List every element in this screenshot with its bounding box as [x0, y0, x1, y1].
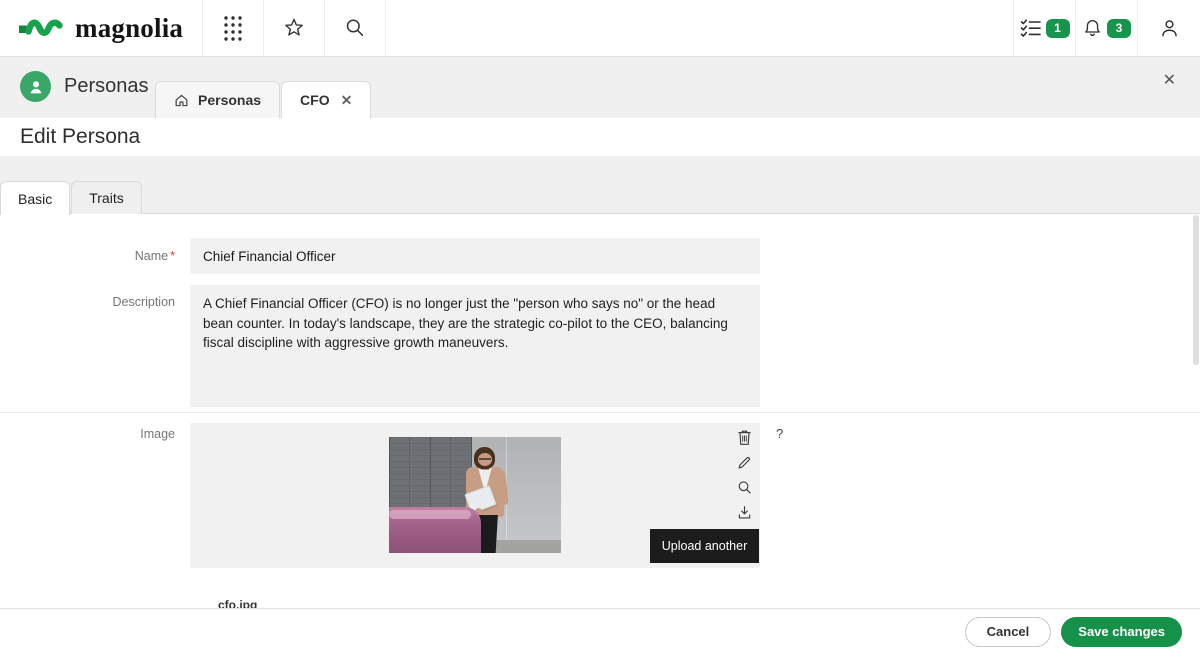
figure-glasses — [479, 458, 491, 460]
download-icon — [737, 505, 752, 520]
bell-icon — [1082, 17, 1103, 39]
topbar-spacer — [386, 0, 1013, 56]
home-icon — [174, 93, 189, 108]
required-asterisk: * — [170, 249, 175, 263]
image-toolbar — [736, 429, 752, 520]
magnolia-logo[interactable]: magnolia — [0, 0, 202, 56]
star-icon — [282, 16, 306, 40]
magnolia-app-window: magnolia — [0, 0, 1200, 654]
cancel-button[interactable]: Cancel — [965, 617, 1052, 647]
magnolia-squiggle-icon — [18, 13, 66, 43]
description-field-label: Description — [20, 295, 175, 309]
app-launcher-button[interactable] — [202, 0, 263, 56]
notifications-count-badge: 3 — [1107, 19, 1131, 38]
name-input[interactable] — [190, 238, 760, 274]
dialog-footer: Cancel Save changes — [0, 608, 1200, 654]
user-icon — [1158, 17, 1181, 40]
name-field-label: Name* — [20, 249, 175, 263]
tab-label: CFO — [300, 92, 330, 108]
edit-image-button[interactable] — [736, 454, 752, 470]
app-identity: Personas — [20, 71, 149, 102]
search-button[interactable] — [324, 0, 386, 56]
app-header: Personas Personas CFO ✕ ✕ — [0, 57, 1200, 119]
personas-app-icon — [20, 71, 51, 102]
trash-icon — [737, 429, 752, 446]
photo-pink-sofa — [389, 507, 481, 553]
dialog-tab-strip-background — [0, 156, 1200, 214]
tasks-button[interactable]: 1 — [1013, 0, 1075, 56]
dialog-title-bar: Edit Persona — [0, 118, 1200, 156]
description-textarea[interactable]: A Chief Financial Officer (CFO) is no lo… — [190, 285, 760, 407]
tab-close-icon[interactable]: ✕ — [341, 92, 353, 109]
tab-label: Personas — [198, 92, 261, 108]
top-bar: magnolia — [0, 0, 1200, 57]
image-upload-panel: Upload another — [190, 423, 760, 568]
field-separator — [0, 412, 1200, 413]
close-app-icon[interactable]: ✕ — [1157, 69, 1182, 91]
magnifier-icon — [737, 480, 752, 495]
tasks-count-badge: 1 — [1046, 19, 1070, 38]
app-tab-bar: Personas CFO ✕ — [155, 81, 372, 119]
tasks-checklist-icon — [1020, 18, 1042, 38]
pencil-icon — [737, 455, 752, 470]
tab-cfo[interactable]: CFO ✕ — [281, 81, 371, 119]
dialog-title: Edit Persona — [20, 125, 140, 149]
brand-wordmark: magnolia — [75, 13, 183, 44]
vertical-scrollbar-thumb[interactable] — [1193, 215, 1199, 365]
tab-personas-browser[interactable]: Personas — [155, 81, 280, 119]
search-icon — [344, 17, 366, 39]
tab-basic[interactable]: Basic — [0, 181, 70, 215]
tab-traits[interactable]: Traits — [71, 181, 141, 214]
field-help-icon[interactable]: ? — [776, 426, 783, 441]
favorites-button[interactable] — [263, 0, 324, 56]
account-button[interactable] — [1137, 0, 1200, 56]
delete-image-button[interactable] — [736, 429, 752, 445]
zoom-image-button[interactable] — [736, 479, 752, 495]
edit-persona-form: Name* Description A Chief Financial Offi… — [0, 214, 1200, 608]
app-title: Personas — [64, 75, 149, 98]
save-changes-button[interactable]: Save changes — [1061, 617, 1182, 647]
upload-another-button[interactable]: Upload another — [650, 529, 759, 563]
apps-grid-icon — [223, 15, 243, 41]
download-image-button[interactable] — [736, 504, 752, 520]
persona-photo-preview[interactable] — [389, 437, 561, 553]
dialog-tab-bar: Basic Traits — [0, 181, 143, 214]
image-field-label: Image — [20, 427, 175, 441]
notifications-button[interactable]: 3 — [1075, 0, 1137, 56]
